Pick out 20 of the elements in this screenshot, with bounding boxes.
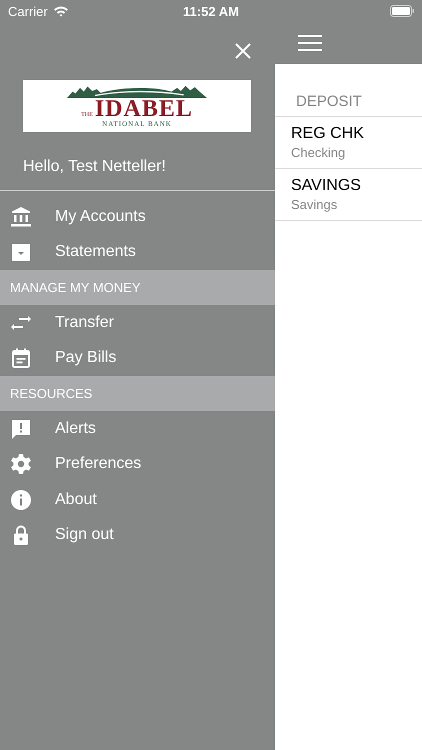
account-row[interactable]: REG CHK Checking — [275, 117, 422, 169]
section-header: MANAGE MY MONEY — [0, 270, 275, 305]
account-row[interactable]: SAVINGS Savings — [275, 169, 422, 221]
section-header: DEPOSIT — [275, 64, 422, 117]
account-type: Checking — [291, 145, 346, 160]
menu-item[interactable]: Transfer — [0, 305, 275, 340]
menu-item[interactable]: Preferences — [0, 446, 275, 482]
menu-item[interactable]: Alerts — [0, 411, 275, 446]
carrier-label: Carrier — [8, 4, 48, 18]
menu-item[interactable]: Sign out — [0, 518, 275, 553]
section-header: RESOURCES — [0, 376, 275, 411]
account-type: Savings — [291, 197, 338, 212]
menu-item[interactable]: About — [0, 482, 275, 518]
status-time: 11:52 AM — [183, 4, 239, 18]
account-name: SAVINGS — [291, 177, 362, 195]
menu-item[interactable]: My Accounts — [0, 199, 275, 234]
logo-text: IDABEL — [94, 98, 193, 120]
menu-item[interactable]: Statements — [0, 234, 275, 270]
menu-item[interactable]: Pay Bills — [0, 340, 275, 376]
account-name: REG CHK — [291, 125, 365, 143]
